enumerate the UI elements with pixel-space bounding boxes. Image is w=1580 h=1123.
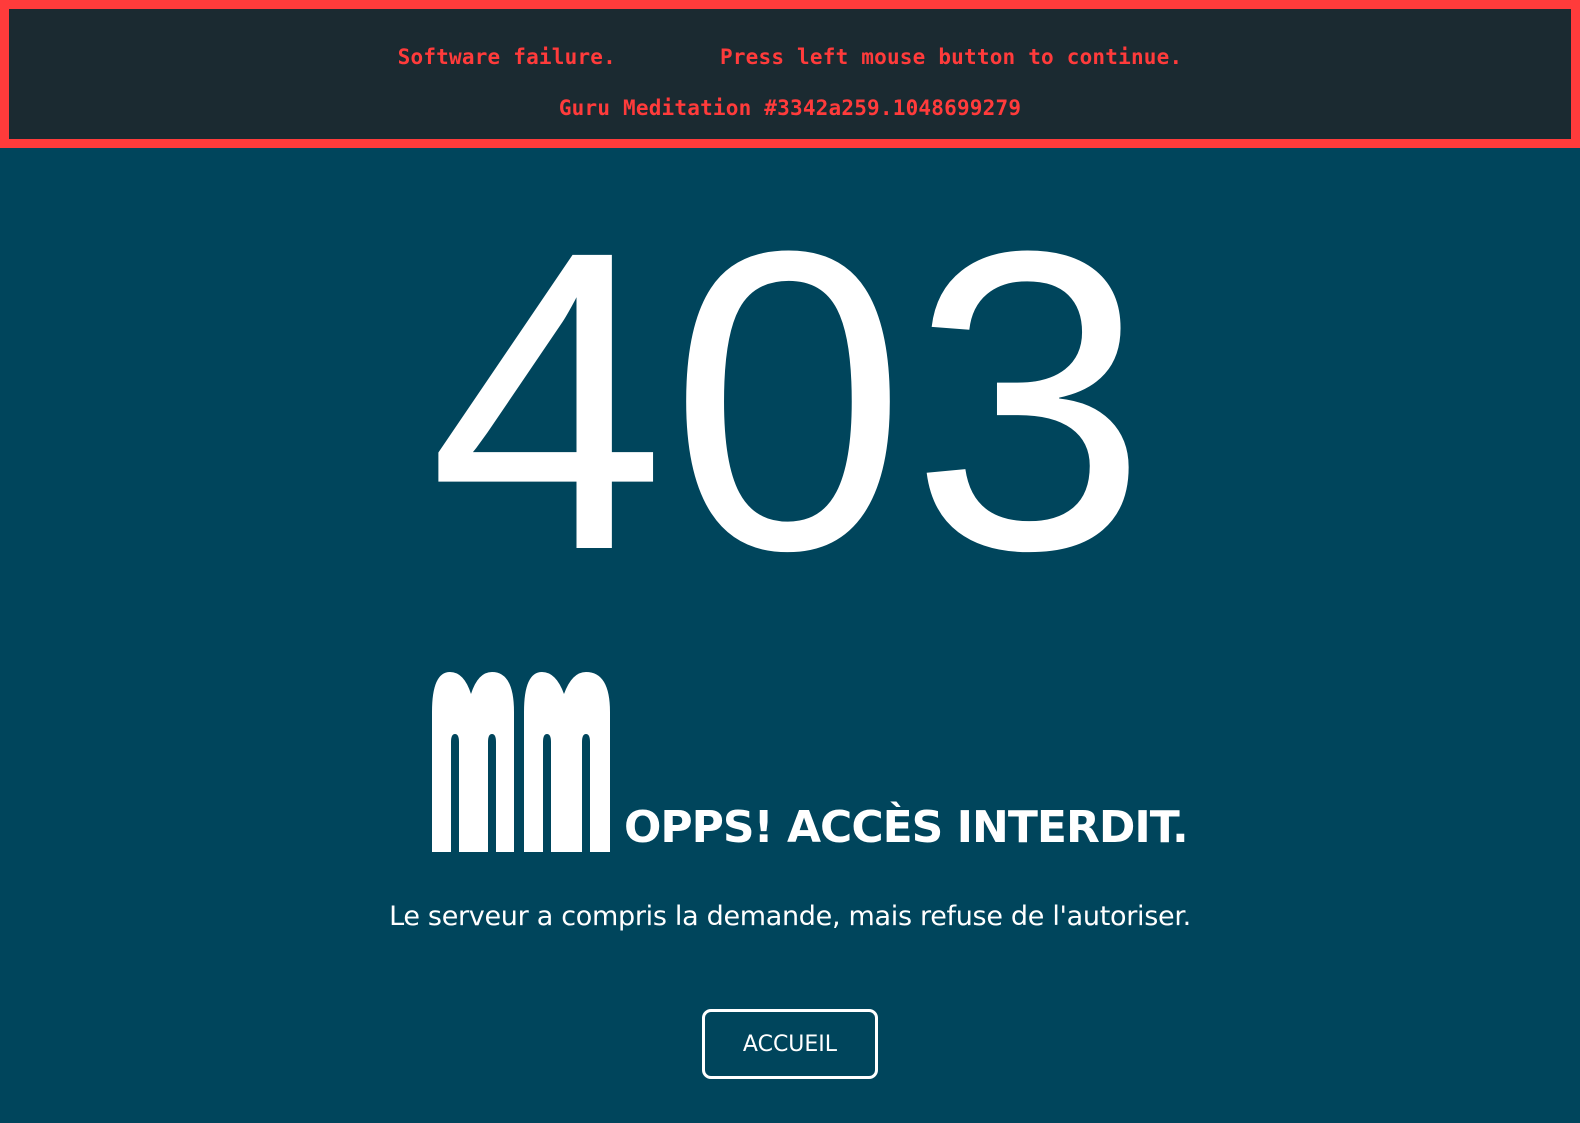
- error-title-row: OPPS! ACCÈS INTERDIT.: [432, 672, 1189, 853]
- error-code: 403: [428, 163, 1152, 639]
- guru-message-line: Software failure. Press left mouse button…: [9, 45, 1571, 69]
- guru-meditation-banner[interactable]: Software failure. Press left mouse button…: [0, 0, 1580, 148]
- software-failure-text: Software failure.: [397, 45, 616, 69]
- home-button[interactable]: ACCUEIL: [702, 1009, 878, 1079]
- mm-logo-icon: [432, 672, 610, 852]
- guru-meditation-code: Guru Meditation #3342a259.1048699279: [558, 96, 1022, 120]
- error-description: Le serveur a compris la demande, mais re…: [389, 901, 1191, 932]
- press-button-text: Press left mouse button to continue.: [719, 45, 1183, 69]
- error-title: OPPS! ACCÈS INTERDIT.: [624, 802, 1189, 853]
